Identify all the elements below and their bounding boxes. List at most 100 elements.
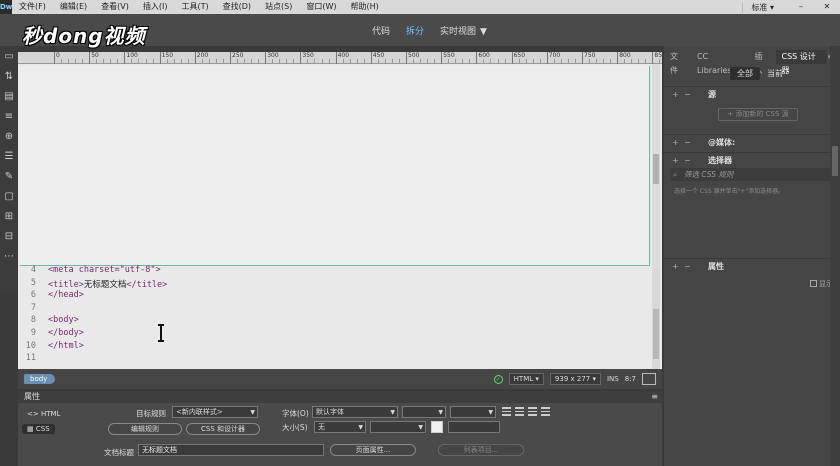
align-right-icon[interactable] — [528, 407, 537, 416]
chevron-down-icon: ▼ — [488, 409, 493, 416]
font-style-select[interactable]: ▼ — [402, 406, 446, 418]
menu-file[interactable]: 文件(F) — [12, 0, 53, 14]
font-weight-select[interactable]: ▼ — [450, 406, 496, 418]
tab-files[interactable]: 文件 — [664, 50, 691, 75]
comment-icon[interactable]: ▢ — [0, 186, 18, 206]
scrollbar-thumb[interactable] — [653, 309, 659, 359]
menu-view[interactable]: 查看(V) — [94, 0, 136, 14]
menu-tools[interactable]: 工具(T) — [174, 0, 215, 14]
html-mode-button[interactable]: <> HTML — [22, 409, 65, 419]
design-view[interactable] — [18, 64, 662, 269]
menu-site[interactable]: 站点(S) — [258, 0, 299, 14]
scrollbar-thumb[interactable] — [653, 154, 659, 184]
add-css-source-button[interactable]: + 添加新的 CSS 源 — [718, 108, 798, 121]
close-button[interactable]: ✕ — [814, 0, 840, 14]
color-picker-swatch[interactable] — [431, 421, 443, 433]
ruler-minor-tick — [61, 59, 63, 63]
format-icon[interactable]: ⊞ — [0, 206, 18, 226]
remove-icon[interactable]: − — [684, 262, 696, 271]
target-icon[interactable]: ⊕ — [0, 126, 18, 146]
ruler-minor-tick — [645, 59, 647, 63]
remove-icon[interactable]: − — [684, 90, 696, 99]
doctype-select[interactable]: HTML ▾ — [508, 373, 544, 385]
code-line[interactable]: 10 </html> — [18, 341, 84, 354]
add-icon[interactable]: + — [672, 156, 684, 165]
panel-menu-icon[interactable]: ≡ — [651, 392, 658, 401]
ruler-tick: 200 — [194, 52, 208, 64]
page-properties-button[interactable]: 页面属性... — [330, 444, 416, 456]
scope-current-button[interactable]: 当前 — [760, 67, 790, 80]
code-line[interactable]: 11 — [18, 353, 48, 366]
preview-icon[interactable] — [642, 373, 656, 385]
code-line[interactable]: 9 </body> — [18, 328, 84, 341]
selectors-section: + − 选择器 — [664, 152, 840, 167]
menu-edit[interactable]: 编辑(E) — [53, 0, 94, 14]
document-icon[interactable]: ▤ — [0, 86, 18, 106]
add-icon[interactable]: + — [672, 262, 684, 271]
file-management-icon[interactable]: ▭ — [0, 46, 18, 66]
remove-icon[interactable]: − — [684, 156, 696, 165]
design-scrollbar[interactable] — [652, 64, 660, 269]
tab-insert[interactable]: 插入 — [748, 50, 775, 75]
remove-icon[interactable]: − — [684, 138, 696, 147]
tab-css-designer[interactable]: CSS 设计器 — [775, 50, 828, 75]
code-line[interactable]: 8 <body> — [18, 315, 79, 328]
brush-icon[interactable]: ✎ — [0, 166, 18, 186]
ruler-minor-tick — [434, 59, 436, 63]
ruler-minor-tick — [314, 59, 316, 63]
line-number: 11 — [25, 353, 36, 364]
css-mode-button[interactable]: ▦ CSS — [22, 424, 55, 434]
ruler-minor-tick — [560, 59, 562, 63]
expand-collapse-icon[interactable]: ⇅ — [0, 66, 18, 86]
code-line[interactable]: 6 </head> — [18, 290, 84, 303]
menu-help[interactable]: 帮助(H) — [344, 0, 386, 14]
code-view[interactable]: 4 <meta charset="utf-8"> 5 <title>无标题文档</ti… — [18, 265, 662, 369]
align-left-icon[interactable] — [502, 407, 511, 416]
list-icon[interactable]: ☰ — [0, 146, 18, 166]
design-page-canvas[interactable] — [20, 66, 650, 266]
tab-cc-libraries[interactable]: CC Libraries — [691, 50, 748, 75]
right-panel-scrollbar[interactable] — [830, 46, 840, 466]
ruler-minor-tick — [145, 59, 147, 63]
filter-css-rules-input[interactable]: ⌕ 筛选 CSS 规则 — [670, 168, 836, 181]
wrap-icon[interactable]: ⊟ — [0, 226, 18, 246]
doc-title-input[interactable]: 无标题文档 — [138, 444, 324, 456]
size-unit-select[interactable]: ▼ — [370, 421, 426, 433]
ruler-minor-tick — [187, 59, 189, 63]
add-icon[interactable]: + — [672, 138, 684, 147]
check-ok-icon[interactable]: ✓ — [493, 374, 503, 384]
css-designer-button[interactable]: CSS 和设计器 — [186, 423, 260, 435]
align-center-icon[interactable] — [515, 407, 524, 416]
workspace-select[interactable]: 标准 ▾ — [742, 1, 788, 13]
font-select[interactable]: 默认字体 ▼ — [312, 406, 398, 418]
tab-code[interactable]: 代码 — [366, 22, 396, 39]
ruler-minor-tick — [222, 59, 224, 63]
align-justify-icon[interactable] — [541, 407, 550, 416]
edit-rule-button[interactable]: 编辑规则 — [108, 423, 182, 435]
menu-insert[interactable]: 插入(I) — [136, 0, 175, 14]
code-scrollbar[interactable] — [652, 269, 660, 369]
tag-selector-body[interactable]: body — [24, 374, 56, 384]
size-select[interactable]: 无 ▼ — [314, 421, 366, 433]
scope-toggle: 全部 当前 — [730, 67, 790, 80]
ruler-minor-tick — [272, 59, 274, 63]
code-line[interactable]: 4 <meta charset="utf-8"> — [18, 265, 161, 278]
target-rule-select[interactable]: <新内联样式> ▼ — [172, 406, 258, 418]
tab-split[interactable]: 拆分 — [400, 22, 430, 39]
more-icon[interactable]: ⋯ — [0, 246, 18, 266]
minimize-button[interactable]: – — [788, 0, 814, 14]
window-size-select[interactable]: 939 x 277 ▾ — [549, 373, 601, 385]
scope-all-button[interactable]: 全部 — [730, 67, 760, 80]
menu-find[interactable]: 查找(D) — [216, 0, 258, 14]
scrollbar-thumb[interactable] — [832, 146, 838, 176]
indent-icon[interactable]: ≡ — [0, 106, 18, 126]
code-line[interactable]: 7 — [18, 303, 48, 316]
color-value-input[interactable] — [448, 421, 500, 433]
code-line[interactable]: 5 <title>无标题文档</title> — [18, 278, 167, 291]
insert-mode[interactable]: INS — [607, 375, 619, 383]
add-icon[interactable]: + — [672, 90, 684, 99]
list-item-button[interactable]: 列表项目... — [438, 444, 524, 456]
tab-live-view[interactable]: 实时视图 ▼ — [434, 22, 493, 39]
menu-window[interactable]: 窗口(W) — [299, 0, 343, 14]
ruler-minor-tick — [152, 59, 154, 63]
